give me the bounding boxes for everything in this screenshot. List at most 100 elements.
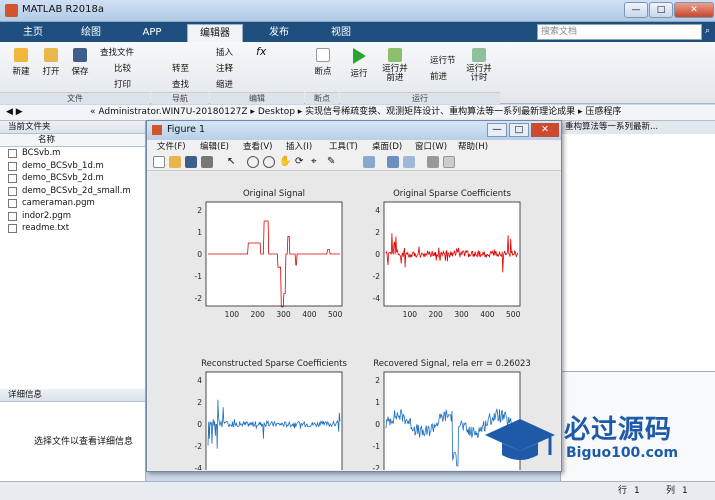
y-tick-label: 0: [375, 420, 380, 429]
pan-icon[interactable]: ✋: [279, 156, 291, 168]
y-tick-label: 4: [375, 206, 380, 215]
col-value: 1: [682, 486, 688, 496]
y-tick-label: -1: [373, 442, 381, 451]
fx-icon[interactable]: fx: [256, 45, 266, 58]
find-button[interactable]: 查找: [172, 78, 189, 90]
watermark-en: Biguo100.com: [566, 445, 679, 461]
breakpoint-button[interactable]: 断点: [310, 48, 336, 77]
figure-menu-item[interactable]: 查看(V): [243, 140, 272, 154]
tab-publish[interactable]: 发布: [251, 24, 307, 42]
file-icon: [8, 186, 17, 196]
zoom-out-icon[interactable]: [263, 156, 275, 168]
tab-view[interactable]: 视图: [313, 24, 369, 42]
figure-title-bar: Figure 1 — □ ✕: [147, 121, 561, 140]
current-folder-panel: 当前文件夹 名称 BCSvb.m demo_BCSvb_1d.m demo_BCSv…: [0, 121, 146, 500]
file-item[interactable]: readme.txt: [0, 222, 145, 235]
group-file: 文件: [0, 92, 150, 104]
y-tick-label: -4: [373, 294, 381, 303]
y-tick-label: -2: [373, 272, 381, 281]
comment-button[interactable]: 注释: [216, 62, 233, 74]
y-tick-label: 2: [197, 398, 202, 407]
plot-title: Original Signal: [243, 189, 305, 199]
insert-button[interactable]: 插入: [216, 46, 233, 58]
open-button[interactable]: 打开: [38, 48, 64, 77]
name-column-header[interactable]: 名称: [0, 134, 145, 147]
file-item[interactable]: demo_BCSvb_2d.m: [0, 172, 145, 185]
hide-tools-icon[interactable]: [427, 156, 439, 168]
print-button[interactable]: 打印: [114, 78, 131, 90]
print-figure-icon[interactable]: [201, 156, 213, 168]
figure-minimize-button[interactable]: —: [487, 123, 507, 137]
pointer-icon[interactable]: ↖: [227, 156, 239, 168]
figure-menu-item[interactable]: 文件(F): [157, 140, 186, 154]
editor-area[interactable]: 重构算法等一系列最新...: [560, 121, 715, 371]
close-button[interactable]: ✕: [674, 2, 714, 18]
file-item[interactable]: cameraman.pgm: [0, 197, 145, 210]
tab-editor[interactable]: 编辑器: [187, 24, 243, 42]
search-docs-input[interactable]: 搜索文档: [537, 24, 702, 40]
new-button[interactable]: 新建: [8, 48, 34, 77]
legend-icon[interactable]: [403, 156, 415, 168]
x-tick-label: 500: [506, 310, 521, 319]
figure-menu-item[interactable]: 工具(T): [329, 140, 358, 154]
file-icon: [8, 174, 17, 183]
file-item[interactable]: BCSvb.m: [0, 147, 145, 160]
open-file-icon[interactable]: [169, 156, 181, 168]
goto-button[interactable]: 转至: [172, 62, 189, 74]
figure-menu-item[interactable]: 帮助(H): [458, 140, 488, 154]
tab-home[interactable]: 主页: [8, 24, 58, 42]
current-folder-title: 当前文件夹: [0, 121, 145, 134]
watermark-logo: 必过源码 Biguo100.com: [480, 405, 715, 475]
new-figure-icon[interactable]: [153, 156, 165, 168]
y-tick-label: -2: [373, 464, 381, 470]
search-icon[interactable]: ⌕: [705, 26, 710, 36]
file-icon: [8, 149, 17, 158]
folder-path[interactable]: « Administrator.WIN7U-20180127Z ▸ Deskto…: [90, 105, 621, 120]
open-folder-icon: [44, 48, 58, 62]
figure-menu-item[interactable]: 插入(I): [286, 140, 312, 154]
colorbar-icon[interactable]: [387, 156, 399, 168]
save-icon: [73, 48, 87, 62]
y-tick-label: -1: [195, 272, 203, 281]
run-advance-button[interactable]: 运行并 前进: [378, 48, 412, 83]
figure-title: Figure 1: [167, 124, 206, 135]
link-plot-icon[interactable]: [363, 156, 375, 168]
run-button[interactable]: 运行: [346, 48, 372, 79]
file-item[interactable]: indor2.pgm: [0, 210, 145, 223]
y-tick-label: 0: [197, 420, 202, 429]
file-item[interactable]: demo_BCSvb_2d_small.m: [0, 185, 145, 198]
run-time-button[interactable]: 运行并 计时: [462, 48, 496, 83]
back-icon[interactable]: ◀ ▶: [6, 105, 23, 120]
y-tick-label: -4: [195, 464, 203, 470]
tab-apps[interactable]: APP: [124, 24, 180, 42]
figure-maximize-button[interactable]: □: [509, 123, 529, 137]
indent-button[interactable]: 缩进: [216, 78, 233, 90]
figure-close-button[interactable]: ✕: [531, 123, 559, 137]
advance-button[interactable]: 前进: [430, 70, 447, 82]
figure-menu-item[interactable]: 窗口(W): [415, 140, 447, 154]
title-bar: MATLAB R2018a — □ ✕: [0, 0, 715, 22]
x-tick-label: 100: [403, 310, 418, 319]
rotate-icon[interactable]: ⟳: [295, 156, 307, 168]
group-breakpoint: 断点: [305, 92, 339, 104]
run-section-button[interactable]: 运行节: [430, 54, 456, 66]
figure-menu-item[interactable]: 编辑(E): [200, 140, 229, 154]
address-bar[interactable]: ◀ ▶ « Administrator.WIN7U-20180127Z ▸ De…: [0, 105, 715, 121]
show-tools-icon[interactable]: [443, 156, 455, 168]
save-button[interactable]: 保存: [67, 48, 93, 77]
zoom-in-icon[interactable]: [247, 156, 259, 168]
editor-tab[interactable]: 重构算法等一系列最新...: [561, 121, 715, 134]
details-title: 详细信息: [0, 389, 145, 402]
run-icon: [352, 48, 366, 64]
file-item[interactable]: demo_BCSvb_1d.m: [0, 160, 145, 173]
data-cursor-icon[interactable]: ⌖: [311, 156, 323, 168]
minimize-button[interactable]: —: [624, 2, 648, 18]
save-figure-icon[interactable]: [185, 156, 197, 168]
brush-icon[interactable]: ✎: [327, 156, 339, 168]
y-tick-label: 0: [197, 250, 202, 259]
figure-menu-item[interactable]: 桌面(D): [372, 140, 402, 154]
tab-plots[interactable]: 绘图: [66, 24, 116, 42]
maximize-button[interactable]: □: [649, 2, 673, 18]
compare-button[interactable]: 比较: [114, 62, 131, 74]
find-files-button[interactable]: 查找文件: [100, 46, 134, 58]
